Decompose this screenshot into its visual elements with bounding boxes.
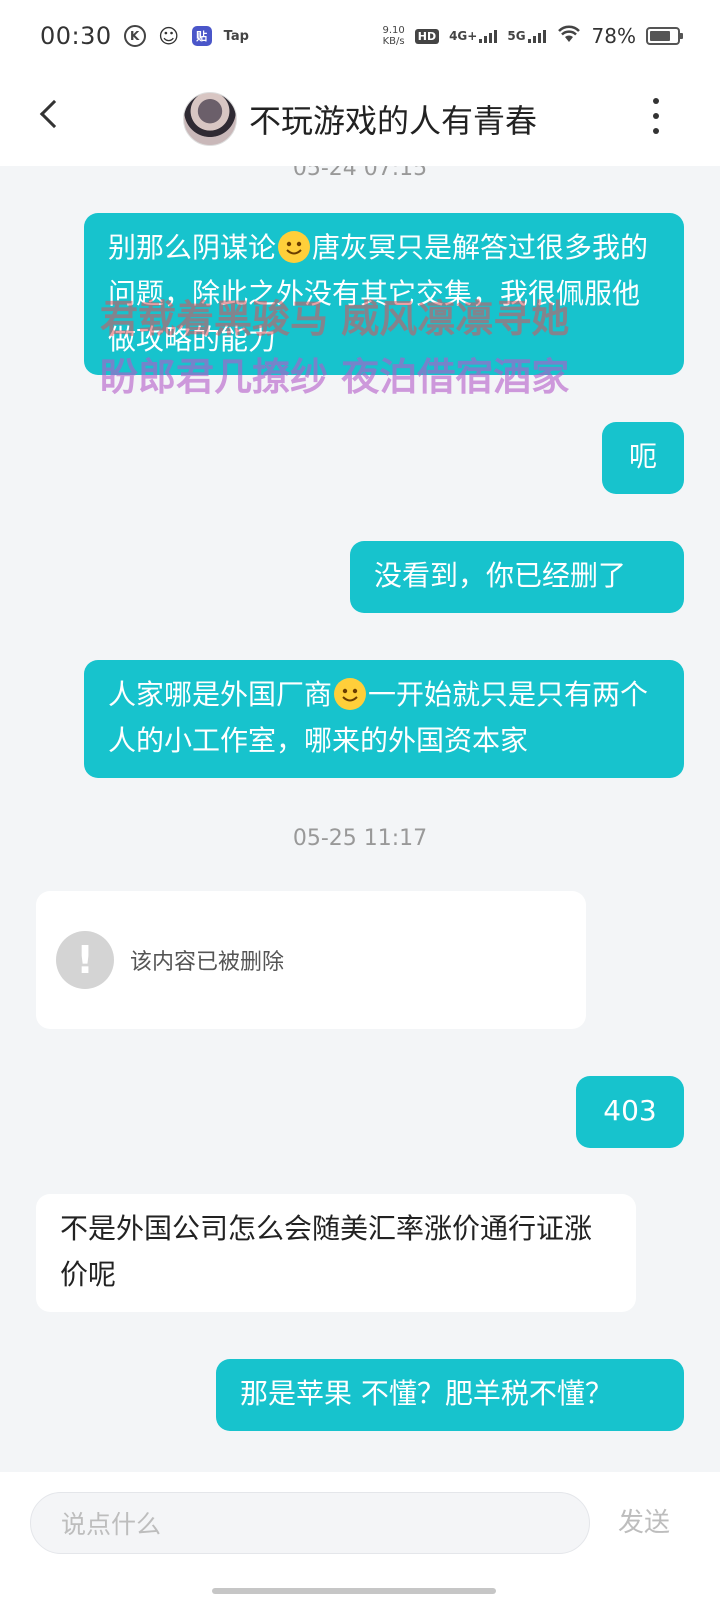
chat-title-group[interactable]: 不玩游戏的人有青春 — [182, 92, 537, 146]
my-message-bubble[interactable]: 403 — [576, 1076, 684, 1148]
chat-header: 不玩游戏的人有青春 — [0, 72, 720, 166]
wifi-icon — [556, 22, 582, 50]
hd-icon: HD — [414, 28, 440, 44]
my-message-bubble[interactable]: 别那么阴谋论 唐灰冥只是解答过很多我的问题，除此之外没有其它交集，我很佩服他做攻略… — [84, 213, 684, 375]
status-time: 00:30 — [40, 22, 112, 50]
battery-icon — [646, 27, 683, 45]
warning-icon: ! — [56, 931, 114, 989]
laughing-emoji-icon — [278, 231, 311, 263]
k-circle-icon: K — [123, 25, 146, 47]
other-message-bubble[interactable]: 不是外国公司怎么会随美汇率涨价通行证涨价呢 — [36, 1194, 636, 1312]
tap-icon: Tap — [223, 28, 249, 44]
flushed-emoji-icon — [334, 678, 367, 710]
input-bar: 说点什么 发送 — [0, 1472, 720, 1600]
timestamp: 05-24 07:15 — [292, 166, 428, 181]
deleted-message-text: 该内容已被删除 — [130, 950, 285, 975]
chat-area[interactable]: 05-24 07:15 别那么阴谋论 唐灰冥只是解答过很多我的问题，除此之外没有其… — [0, 166, 720, 1506]
network-5g-icon: 5G — [507, 29, 546, 43]
my-message-bubble[interactable]: 人家哪是外国厂商 一开始就只是只有两个人的小工作室，哪来的外国资本家 — [84, 660, 684, 778]
my-message-bubble[interactable]: 那是苹果 不懂？肥羊税不懂？ — [216, 1359, 684, 1431]
back-button[interactable] — [28, 92, 72, 136]
network-4g-icon: 4G+ — [449, 29, 498, 43]
network-speed: 9.10 KB/s — [382, 25, 405, 47]
timestamp: 05-25 11:17 — [292, 826, 428, 851]
my-message-bubble[interactable]: 呃 — [602, 422, 684, 494]
my-message-bubble[interactable]: 没看到，你已经删了 — [350, 541, 684, 613]
message-input[interactable]: 说点什么 — [30, 1492, 590, 1554]
tieba-icon: 贴 — [191, 26, 212, 46]
send-button[interactable]: 发送 — [618, 1502, 670, 1539]
avatar[interactable] — [182, 92, 237, 146]
more-options-button[interactable] — [644, 96, 668, 136]
chat-title: 不玩游戏的人有青春 — [248, 102, 537, 140]
home-indicator[interactable] — [212, 1588, 496, 1594]
deleted-message-card[interactable]: ! 该内容已被删除 — [36, 891, 586, 1029]
status-bar: 00:30 K ☺ 贴 Tap 9.10 KB/s HD 4G+ 5G 78% — [0, 0, 720, 72]
qq-icon: ☺ — [158, 24, 180, 48]
battery-percent: 78% — [591, 24, 636, 48]
chevron-left-icon — [39, 99, 69, 129]
